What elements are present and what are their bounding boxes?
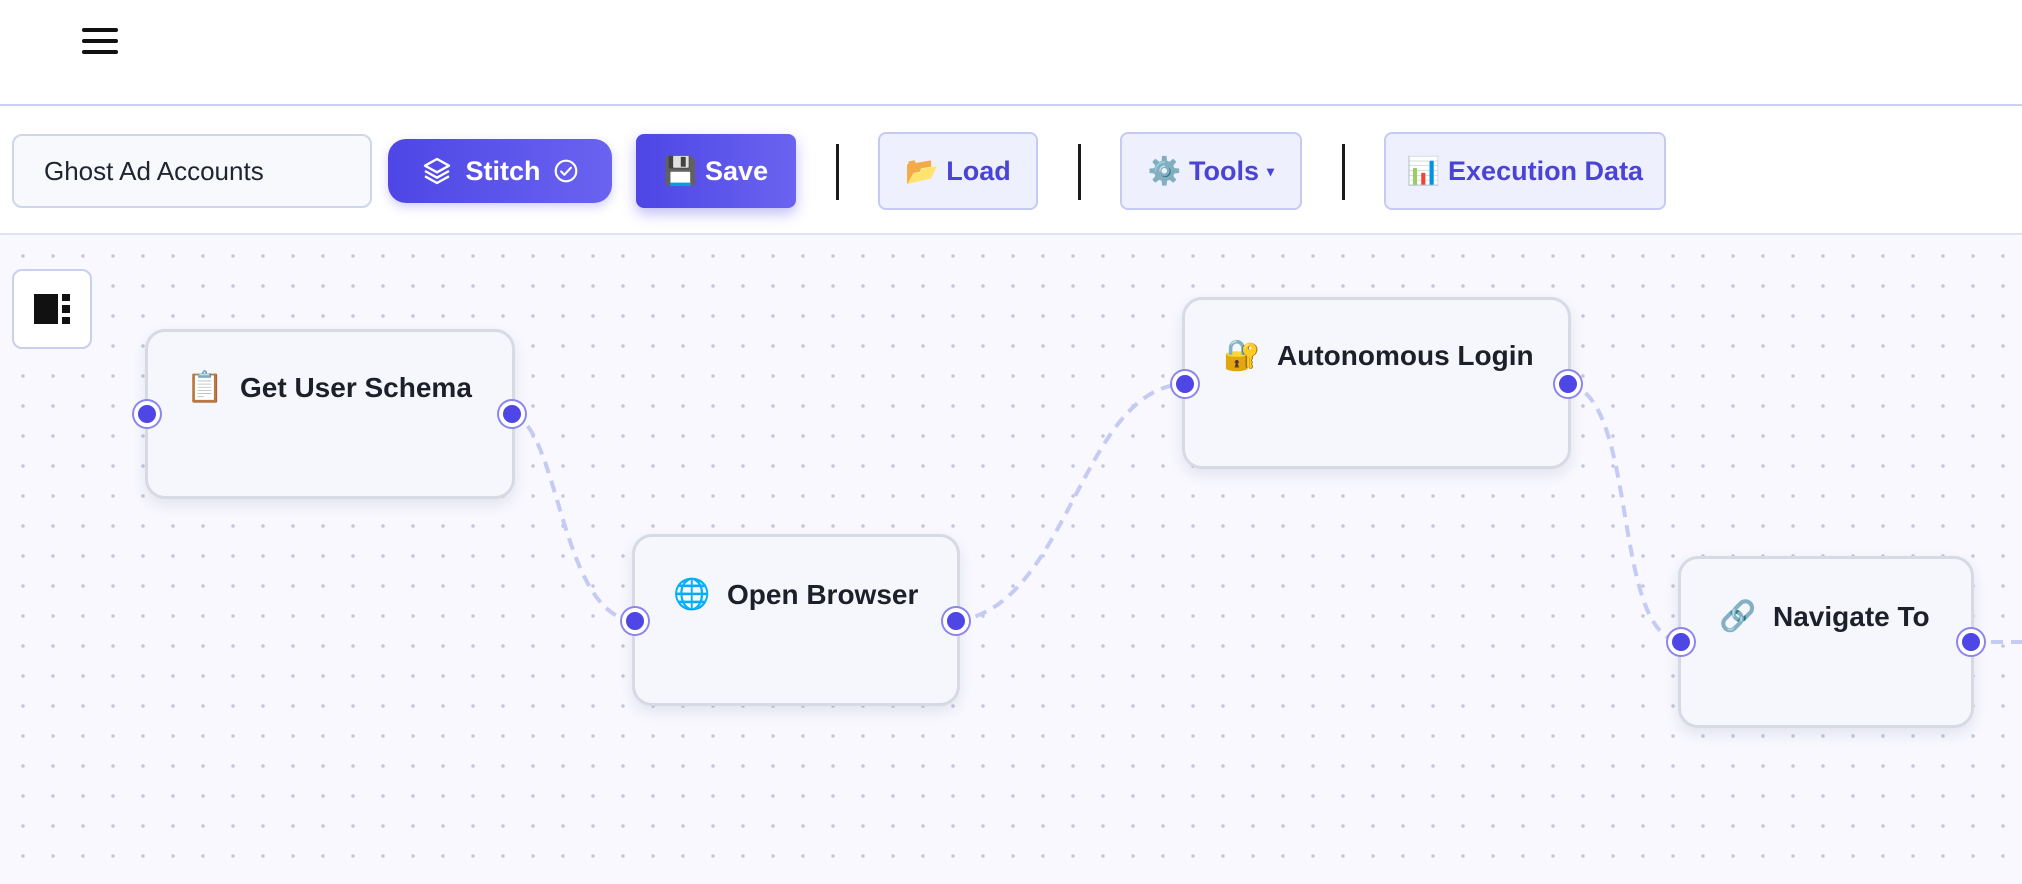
node-header: 📋 Get User Schema [186, 370, 472, 405]
node-input-handle[interactable] [622, 608, 648, 634]
node-header: 🔐 Autonomous Login [1223, 338, 1534, 373]
toolbar-divider [1342, 144, 1345, 200]
node-output-handle[interactable] [1555, 371, 1581, 397]
save-button[interactable]: 💾 Save [636, 134, 796, 208]
node-title: Open Browser [727, 578, 919, 610]
node-header: 🌐 Open Browser [673, 577, 918, 612]
execution-data-button[interactable]: 📊 Execution Data [1384, 132, 1666, 210]
workflow-node-open-browser[interactable]: 🌐 Open Browser [632, 534, 960, 706]
toolbar-divider [1078, 144, 1081, 200]
node-output-handle[interactable] [943, 608, 969, 634]
node-output-handle[interactable] [499, 401, 525, 427]
stitch-label: Stitch [465, 155, 541, 186]
load-label: 📂 Load [905, 156, 1011, 186]
workflow-canvas[interactable]: 📋 Get User Schema 🌐 Open Browser 🔐 Auton… [0, 237, 2022, 884]
layers-icon [424, 157, 451, 185]
node-title: Navigate To [1773, 600, 1930, 632]
node-header: 🔗 Navigate To [1719, 599, 1930, 634]
node-input-handle[interactable] [1172, 371, 1198, 397]
hamburger-menu-icon[interactable] [80, 26, 120, 58]
workflow-node-navigate-to[interactable]: 🔗 Navigate To [1678, 556, 1974, 728]
node-input-handle[interactable] [1668, 629, 1694, 655]
stitch-button[interactable]: Stitch [388, 139, 612, 203]
tools-dropdown-button[interactable]: ⚙️ Tools ▾ [1120, 132, 1302, 210]
top-bar [0, 0, 2022, 106]
node-title: Autonomous Login [1277, 339, 1534, 371]
save-label: 💾 Save [663, 156, 769, 186]
node-input-handle[interactable] [134, 401, 160, 427]
chevron-down-icon: ▾ [1267, 162, 1275, 179]
edge-autonomous-login-to-navigate-to[interactable] [1567, 382, 1683, 644]
edge-get-user-schema-to-open-browser[interactable] [511, 412, 636, 623]
node-output-handle[interactable] [1958, 629, 1984, 655]
lock-icon: 🔐 [1223, 339, 1261, 372]
sidebar-panel-toggle-button[interactable] [12, 269, 92, 349]
edge-open-browser-to-autonomous-login[interactable] [955, 382, 1186, 623]
check-circle-icon [554, 159, 577, 183]
execution-data-label: 📊 Execution Data [1406, 156, 1644, 186]
link-icon: 🔗 [1719, 600, 1757, 633]
workflow-toolbar: Stitch 💾 Save 📂 Load ⚙️ Tools ▾ 📊 Execut… [0, 108, 2022, 235]
globe-icon: 🌐 [673, 578, 711, 611]
sidebar-panel-icon [34, 294, 70, 324]
load-button[interactable]: 📂 Load [878, 132, 1038, 210]
workflow-node-autonomous-login[interactable]: 🔐 Autonomous Login [1182, 297, 1571, 469]
clipboard-icon: 📋 [186, 371, 224, 404]
workflow-name-input[interactable] [12, 134, 372, 208]
node-title: Get User Schema [240, 371, 472, 403]
tools-label: ⚙️ Tools [1147, 156, 1260, 186]
toolbar-divider [836, 144, 839, 200]
workflow-node-get-user-schema[interactable]: 📋 Get User Schema [145, 329, 515, 499]
